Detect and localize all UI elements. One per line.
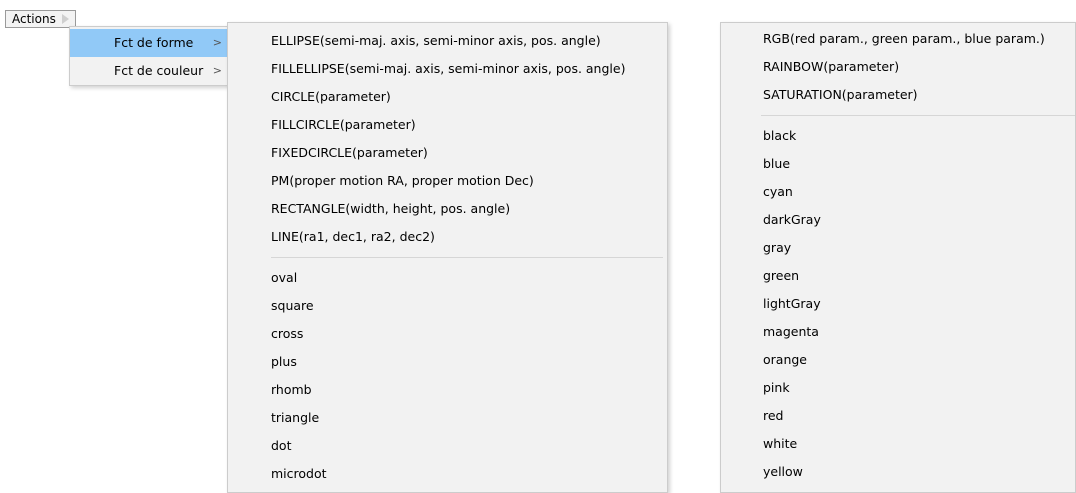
menu-item-cyan[interactable]: cyan xyxy=(721,178,1075,206)
menu-item-rhomb[interactable]: rhomb xyxy=(228,376,667,404)
menu-item-cross[interactable]: cross xyxy=(228,320,667,348)
menu-item-black[interactable]: black xyxy=(721,122,1075,150)
menu-item-label: Fct de forme xyxy=(114,35,194,50)
menu-item-orange[interactable]: orange xyxy=(721,346,1075,374)
submenu-arrow-icon: > xyxy=(212,64,222,77)
menu-item-label: Fct de couleur xyxy=(114,63,204,78)
menu-separator xyxy=(761,115,1075,116)
menu-item-fixedcircle[interactable]: FIXEDCIRCLE(parameter) xyxy=(228,139,667,167)
menu-item-rectangle[interactable]: RECTANGLE(width, height, pos. angle) xyxy=(228,195,667,223)
shape-functions-submenu: ELLIPSE(semi-maj. axis, semi-minor axis,… xyxy=(227,22,668,493)
menu-item-microdot[interactable]: microdot xyxy=(228,460,667,488)
menu-separator xyxy=(271,257,663,258)
dropdown-arrow-icon xyxy=(61,14,69,24)
menu-item-circle[interactable]: CIRCLE(parameter) xyxy=(228,83,667,111)
menu-item-white[interactable]: white xyxy=(721,430,1075,458)
menu-item-square[interactable]: square xyxy=(228,292,667,320)
menu-item-line[interactable]: LINE(ra1, dec1, ra2, dec2) xyxy=(228,223,667,251)
menu-item-pm[interactable]: PM(proper motion RA, proper motion Dec) xyxy=(228,167,667,195)
menu-item-fillellipse[interactable]: FILLELLIPSE(semi-maj. axis, semi-minor a… xyxy=(228,55,667,83)
screen: Actions Fct de forme > Fct de couleur > … xyxy=(0,0,1076,493)
menu-item-triangle[interactable]: triangle xyxy=(228,404,667,432)
actions-button[interactable]: Actions xyxy=(5,10,76,28)
menu-item-rgb[interactable]: RGB(red param., green param., blue param… xyxy=(721,25,1075,53)
menu-item-blue[interactable]: blue xyxy=(721,150,1075,178)
menu-item-green[interactable]: green xyxy=(721,262,1075,290)
menu-item-dot[interactable]: dot xyxy=(228,432,667,460)
menu-item-ellipse[interactable]: ELLIPSE(semi-maj. axis, semi-minor axis,… xyxy=(228,27,667,55)
menu-item-rainbow[interactable]: RAINBOW(parameter) xyxy=(721,53,1075,81)
menu-item-yellow[interactable]: yellow xyxy=(721,458,1075,486)
menu-item-fct-de-couleur[interactable]: Fct de couleur > xyxy=(70,57,228,85)
menu-item-pink[interactable]: pink xyxy=(721,374,1075,402)
menu-item-fct-de-forme[interactable]: Fct de forme > xyxy=(70,29,228,57)
menu-item-plus[interactable]: plus xyxy=(228,348,667,376)
menu-item-red[interactable]: red xyxy=(721,402,1075,430)
actions-menu: Fct de forme > Fct de couleur > xyxy=(69,26,229,86)
menu-item-gray[interactable]: gray xyxy=(721,234,1075,262)
color-functions-submenu: RGB(red param., green param., blue param… xyxy=(720,22,1076,493)
menu-item-oval[interactable]: oval xyxy=(228,264,667,292)
menu-item-saturation[interactable]: SATURATION(parameter) xyxy=(721,81,1075,109)
submenu-arrow-icon: > xyxy=(212,36,222,49)
menu-item-magenta[interactable]: magenta xyxy=(721,318,1075,346)
menu-item-fillcircle[interactable]: FILLCIRCLE(parameter) xyxy=(228,111,667,139)
actions-button-label: Actions xyxy=(12,12,56,26)
menu-item-darkgray[interactable]: darkGray xyxy=(721,206,1075,234)
menu-item-lightgray[interactable]: lightGray xyxy=(721,290,1075,318)
